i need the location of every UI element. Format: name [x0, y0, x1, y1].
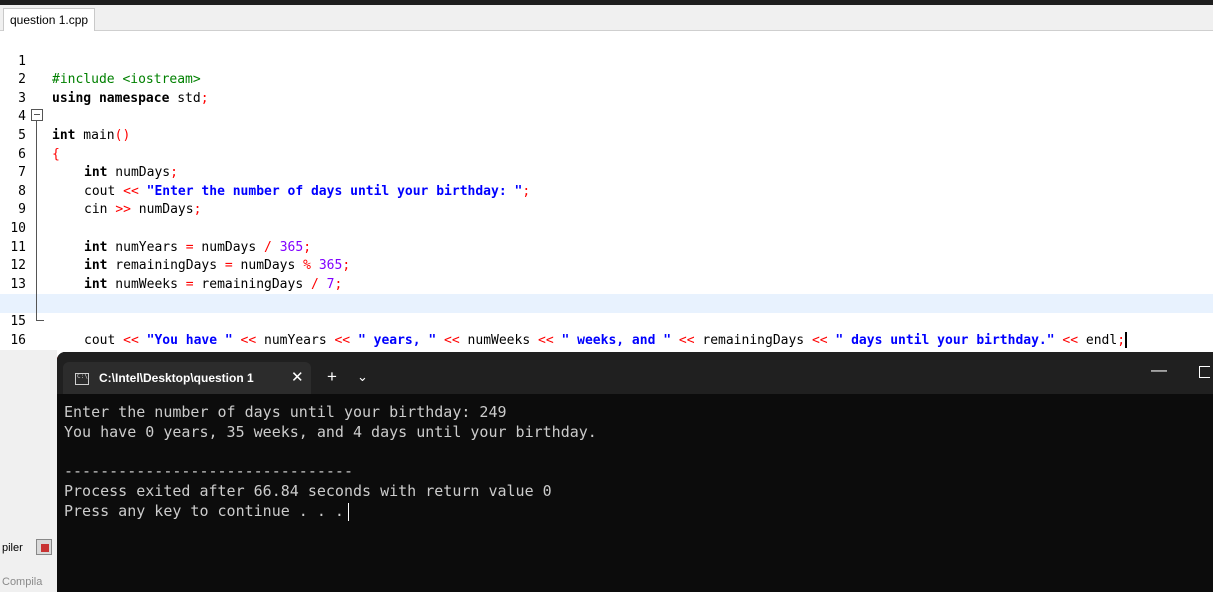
- compile-log-label[interactable]: Compila: [2, 576, 42, 588]
- code-line: 6 int numDays;: [0, 127, 1213, 181]
- code-line: 12 int numWeeks = remainingDays / 7;: [0, 239, 1213, 292]
- code-line: 5 {: [0, 108, 1213, 162]
- identifier: remainingDays: [694, 332, 812, 348]
- bottom-left-panel: piler Compila: [0, 350, 57, 592]
- code-line: 2 using namespace std;: [0, 53, 1213, 106]
- terminal-cursor: [347, 502, 349, 521]
- terminal-output-line: You have 0 years, 35 weeks, and 4 days u…: [64, 423, 597, 441]
- terminal-tab-title: C:\Intel\Desktop\question 1: [99, 371, 254, 385]
- text-cursor: [1125, 332, 1128, 349]
- code-line: 4 int main(): [0, 90, 1213, 143]
- chevron-down-icon[interactable]: ⌄: [357, 369, 368, 385]
- operator: <<: [232, 332, 257, 348]
- string-literal: " weeks, and ": [553, 332, 672, 348]
- operator: <<: [334, 332, 351, 348]
- code-line: 9: [0, 183, 1213, 217]
- terminal-output-line: Process exited after 66.84 seconds with …: [64, 482, 552, 500]
- code-line: 3: [0, 71, 1213, 106]
- operator: <<: [123, 332, 139, 348]
- fold-collapse-icon[interactable]: [31, 109, 43, 121]
- code-editor[interactable]: 1 #include <iostream> 2 using namespace …: [0, 31, 1213, 367]
- string-literal: " days until your birthday.": [827, 332, 1055, 348]
- operator: <<: [538, 332, 554, 348]
- editor-tab-bar: question 1.cpp: [0, 5, 1213, 31]
- terminal-output-line: Enter the number of days until your birt…: [64, 403, 507, 421]
- fold-guide-line: [36, 121, 37, 321]
- terminal-output-line: Press any key to continue . . .: [64, 502, 349, 521]
- terminal-window[interactable]: C:\Intel\Desktop\question 1 ✕ + ⌄ — Ente…: [57, 352, 1213, 592]
- terminal-titlebar: C:\Intel\Desktop\question 1 ✕ + ⌄ —: [57, 352, 1213, 394]
- current-code-line: 15 cout << "You have " << numYears << " …: [0, 294, 1213, 349]
- fold-guide-end: [36, 320, 44, 321]
- code-line: 1 #include <iostream>: [0, 34, 1213, 88]
- close-tab-icon[interactable]: ✕: [291, 368, 304, 386]
- identifier: endl: [1078, 332, 1118, 348]
- code-line: 10 int numYears = numDays / 365;: [0, 201, 1213, 255]
- minimize-button[interactable]: —: [1151, 362, 1167, 380]
- compiler-icon[interactable]: [36, 539, 52, 555]
- code-line: 16 }: [0, 313, 1213, 367]
- code-line: 14: [0, 276, 1213, 310]
- code-line: 11 int remainingDays = numDays % 365;: [0, 220, 1213, 274]
- compiler-tab-label[interactable]: piler: [2, 542, 23, 554]
- maximize-button[interactable]: [1199, 366, 1210, 378]
- terminal-prompt-text: Press any key to continue . . .: [64, 502, 344, 520]
- semicolon: ;: [1117, 332, 1126, 348]
- identifier: numYears: [256, 332, 335, 348]
- string-literal: "You have ": [138, 332, 233, 348]
- terminal-tab[interactable]: C:\Intel\Desktop\question 1 ✕: [63, 362, 311, 394]
- file-tab-question-1[interactable]: question 1.cpp: [3, 8, 96, 31]
- operator: <<: [1054, 332, 1079, 348]
- identifier: numWeeks: [459, 332, 538, 348]
- operator: <<: [436, 332, 460, 348]
- new-tab-button[interactable]: +: [327, 367, 337, 387]
- code-line: 8 cin >> numDays;: [0, 164, 1213, 218]
- console-icon: [75, 373, 89, 385]
- identifier: cout: [84, 332, 124, 348]
- string-literal: " years, ": [350, 332, 437, 348]
- terminal-output[interactable]: Enter the number of days until your birt…: [57, 394, 1213, 592]
- code-line: 7 cout << "Enter the number of days unti…: [0, 146, 1213, 199]
- operator: <<: [671, 332, 695, 348]
- line-number: 16: [10, 332, 26, 348]
- terminal-separator: --------------------------------: [64, 462, 353, 480]
- operator: <<: [811, 332, 828, 348]
- code-line: 13 remainingDays = remainingDays % 7;: [0, 257, 1213, 311]
